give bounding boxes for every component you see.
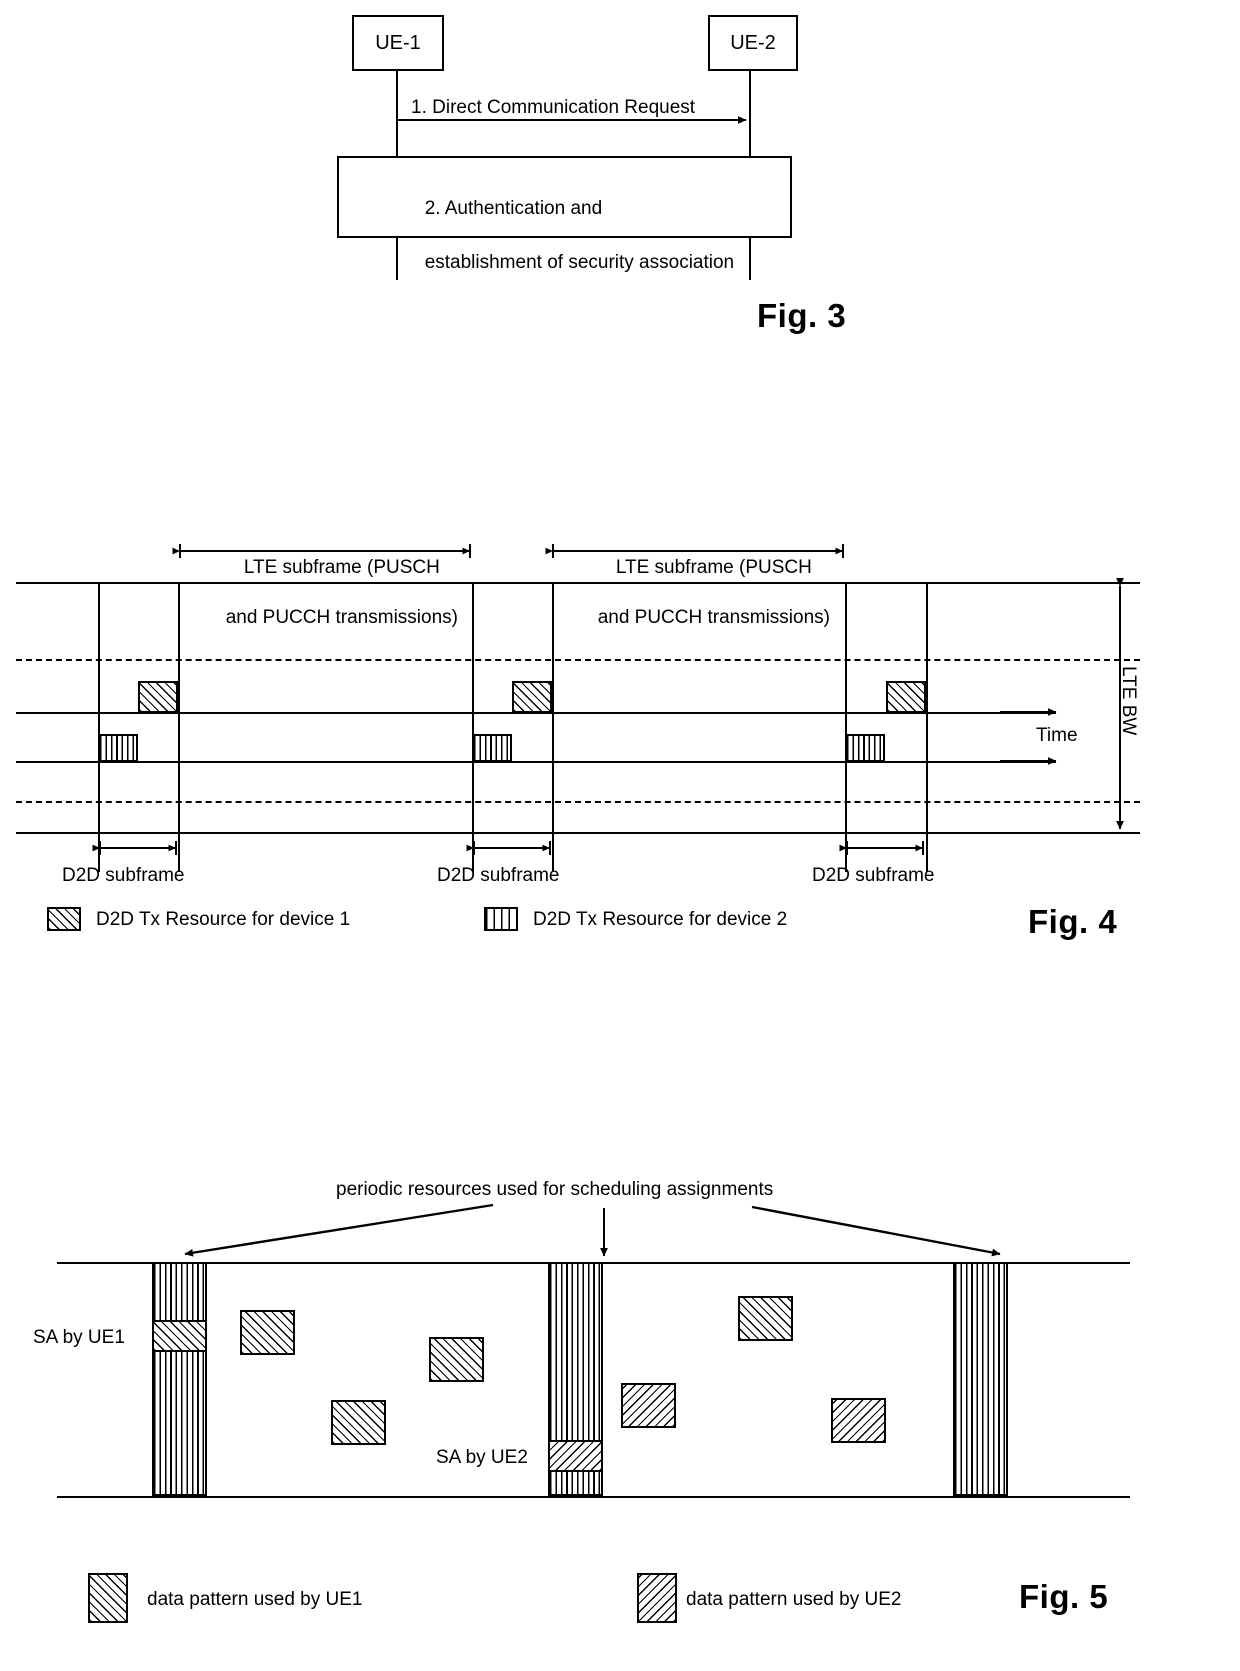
figure-3-label: Fig. 3 [757, 297, 847, 334]
d2d-tx-block-device1-2 [512, 681, 552, 713]
message-2-line-2: establishment of security association [424, 252, 735, 273]
actor-label-ue2: UE-2 [730, 31, 776, 54]
fig4-dashed-lower [16, 801, 1140, 803]
d2d-subframe-label-1: D2D subframe [62, 865, 185, 886]
bandwidth-axis-label: LTE BW [1118, 666, 1139, 736]
message-1-label: 1. Direct Communication Request [411, 97, 696, 118]
fig4-d2d-subframe-span-3 [839, 841, 924, 855]
lte-subframe-annotation-2: LTE subframe (PUSCH and PUCCH transmissi… [548, 530, 848, 655]
d2d-tx-block-device2-2 [472, 734, 512, 762]
data-block-ue1-3 [331, 1400, 386, 1445]
fig4-divider-2 [178, 582, 180, 872]
fig4-d2d-subframe-span-1 [92, 841, 177, 855]
data-block-ue1-4 [738, 1296, 793, 1341]
fig5-bottom-border [57, 1496, 1130, 1498]
fig4-legend-swatch-device1 [47, 907, 81, 931]
figure-4-label: Fig. 4 [1028, 903, 1118, 940]
fig4-legend-swatch-device2 [484, 907, 518, 931]
fig5-annotation-leaders [184, 1203, 1001, 1257]
d2d-subframe-label-2: D2D subframe [437, 865, 560, 886]
actor-label-ue1: UE-1 [375, 31, 421, 54]
figure-5-label: Fig. 5 [1019, 1578, 1109, 1615]
actor-box-ue2: UE-2 [708, 15, 798, 71]
fig5-legend-swatch-ue2 [637, 1573, 677, 1623]
fig4-legend-label-device1: D2D Tx Resource for device 1 [96, 909, 351, 930]
fig5-legend-label-ue2: data pattern used by UE2 [686, 1589, 902, 1610]
d2d-tx-block-device2-3 [845, 734, 885, 762]
figure-sheet: UE-1 UE-2 1. Direct Communication Reques… [0, 0, 1240, 1671]
fig4-top-border [16, 582, 1140, 584]
time-axis-label: Time [1036, 725, 1078, 746]
sa-by-ue1-label: SA by UE1 [33, 1327, 125, 1348]
lte-subframe-annotation-1: LTE subframe (PUSCH and PUCCH transmissi… [176, 530, 476, 655]
fig4-divider-5 [845, 582, 847, 872]
data-block-ue2-2 [831, 1398, 886, 1443]
sa-by-ue2-label: SA by UE2 [436, 1447, 528, 1468]
fig4-legend-label-device2: D2D Tx Resource for device 2 [533, 909, 788, 930]
fig4-bottom-border [16, 832, 1140, 834]
d2d-tx-block-device2-1 [98, 734, 138, 762]
sa-slot-ue1 [152, 1320, 207, 1352]
actor-box-ue1: UE-1 [352, 15, 444, 71]
d2d-subframe-label-3: D2D subframe [812, 865, 935, 886]
message-2-box: 2. Authentication and establishment of s… [337, 156, 792, 273]
data-block-ue2-1 [621, 1383, 676, 1428]
fig4-d2d-subframe-span-2 [466, 841, 551, 855]
periodic-sa-column-3 [953, 1262, 1008, 1496]
d2d-tx-block-device1-3 [886, 681, 926, 713]
sa-slot-ue2 [548, 1440, 603, 1472]
fig4-divider-4 [552, 582, 554, 872]
fig4-divider-1 [98, 582, 100, 872]
data-block-ue1-1 [240, 1310, 295, 1355]
fig5-legend-swatch-ue1 [88, 1573, 128, 1623]
lte-subframe-annotation-2-line2: and PUCCH transmissions) [597, 607, 830, 628]
fig4-divider-3 [472, 582, 474, 872]
lte-subframe-annotation-1-line1: LTE subframe (PUSCH [243, 557, 440, 578]
periodic-sa-column-1 [152, 1262, 207, 1496]
fig5-legend-label-ue1: data pattern used by UE1 [147, 1589, 363, 1610]
lte-subframe-annotation-2-line1: LTE subframe (PUSCH [615, 557, 812, 578]
message-2-line-1: 2. Authentication and [424, 198, 603, 219]
fig4-dashed-upper [16, 659, 1140, 661]
fig4-time-axis-lower [16, 761, 1056, 763]
fig4-divider-6 [926, 582, 928, 872]
d2d-tx-block-device1-1 [138, 681, 178, 713]
lte-subframe-annotation-1-line2: and PUCCH transmissions) [225, 607, 458, 628]
fig5-annotation: periodic resources used for scheduling a… [336, 1179, 774, 1200]
data-block-ue1-2 [429, 1337, 484, 1382]
